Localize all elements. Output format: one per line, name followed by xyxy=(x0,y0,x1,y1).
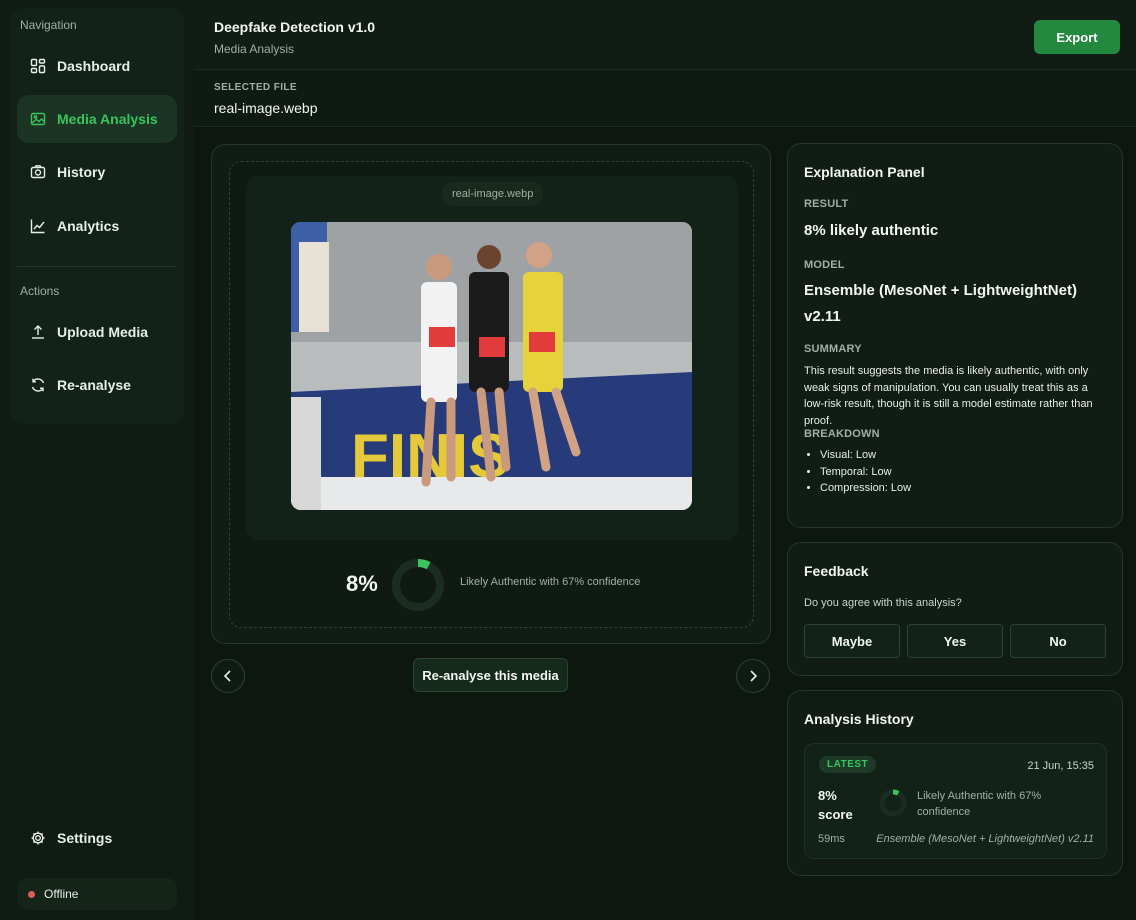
chevron-right-icon xyxy=(750,670,758,682)
settings-button[interactable]: Settings xyxy=(17,814,177,862)
chevron-left-icon xyxy=(223,670,231,682)
history-model: Ensemble (MesoNet + LightweightNet) v2.1… xyxy=(876,833,1094,845)
image-panel: real-image.webp FINIS xyxy=(246,176,738,540)
page-subtitle: Media Analysis xyxy=(214,42,295,56)
previous-media-button[interactable] xyxy=(211,659,245,693)
analyzed-image: FINIS xyxy=(291,222,692,510)
feedback-question: Do you agree with this analysis? xyxy=(804,597,962,609)
summary-text: This result suggests the media is likely… xyxy=(804,365,1093,427)
re-analyse-media-button[interactable]: Re-analyse this media xyxy=(413,658,568,692)
camera-icon xyxy=(30,164,46,180)
breakdown-item: Temporal: Low xyxy=(820,464,911,481)
history-title: Analysis History xyxy=(804,711,914,727)
refresh-icon xyxy=(30,377,46,393)
actions-section-label: Actions xyxy=(20,284,60,298)
media-dropzone[interactable]: real-image.webp FINIS xyxy=(229,161,754,628)
feedback-panel: Feedback Do you agree with this analysis… xyxy=(787,542,1123,676)
media-preview-card: real-image.webp FINIS xyxy=(211,144,771,644)
status-dot xyxy=(28,890,35,898)
sidebar-item-label: History xyxy=(57,164,106,180)
top-header: Deepfake Detection v1.0 Media Analysis E… xyxy=(194,0,1136,70)
re-analyse-button[interactable]: Re-analyse xyxy=(17,361,177,409)
history-duration: 59ms xyxy=(818,833,845,845)
breakdown-item: Compression: Low xyxy=(820,480,911,497)
sidebar-item-dashboard[interactable]: Dashboard xyxy=(17,42,177,90)
sidebar-item-label: Media Analysis xyxy=(57,111,158,127)
summary-label: SUMMARY xyxy=(804,343,862,355)
next-media-button[interactable] xyxy=(736,659,770,693)
latest-badge: LATEST xyxy=(819,756,877,773)
image-icon xyxy=(30,111,46,127)
connection-status: Offline xyxy=(17,878,177,910)
feedback-no-button[interactable]: No xyxy=(1010,624,1106,658)
history-timestamp: 21 Jun, 15:35 xyxy=(1027,760,1094,772)
sidebar-item-media-analysis[interactable]: Media Analysis xyxy=(17,95,177,143)
selected-file-name: real-image.webp xyxy=(214,100,318,116)
score-ring xyxy=(392,559,444,611)
nav-section-label: Navigation xyxy=(20,18,77,32)
image-filename-chip: real-image.webp xyxy=(442,182,544,206)
result-value: 8% likely authentic xyxy=(804,222,939,239)
app-title: Deepfake Detection v1.0 xyxy=(214,19,376,35)
settings-label: Settings xyxy=(57,830,113,846)
breakdown-list: Visual: Low Temporal: Low Compression: L… xyxy=(820,447,911,497)
score-verdict: Likely Authentic with 67% confidence xyxy=(460,576,641,588)
sidebar-item-history[interactable]: History xyxy=(17,148,177,196)
explanation-panel: Explanation Panel RESULT 8% likely authe… xyxy=(787,143,1123,528)
upload-icon xyxy=(30,324,46,340)
upload-media-label: Upload Media xyxy=(57,324,149,340)
line-chart-icon xyxy=(30,218,46,234)
breakdown-item: Visual: Low xyxy=(820,447,911,464)
selected-file-bar: SELECTED FILE real-image.webp xyxy=(194,70,1136,127)
score-summary: 8% Likely Authentic with 67% confidence xyxy=(230,555,755,615)
history-verdict: Likely Authentic with 67% confidence xyxy=(917,790,1042,818)
model-value: Ensemble (MesoNet + LightweightNet) v2.1… xyxy=(804,282,1077,325)
sidebar: Navigation Dashboard Media Analysis Hist… xyxy=(0,0,194,920)
status-label: Offline xyxy=(44,887,79,901)
upload-media-button[interactable]: Upload Media xyxy=(17,308,177,356)
feedback-title: Feedback xyxy=(804,563,869,579)
gear-icon xyxy=(30,830,46,846)
export-button[interactable]: Export xyxy=(1034,20,1120,54)
feedback-maybe-button[interactable]: Maybe xyxy=(804,624,900,658)
dashboard-icon xyxy=(30,58,46,74)
sidebar-item-label: Analytics xyxy=(57,218,120,234)
analysis-history-panel: Analysis History LATEST 21 Jun, 15:35 8%… xyxy=(787,690,1123,876)
sidebar-item-label: Dashboard xyxy=(57,58,131,74)
history-entry[interactable]: LATEST 21 Jun, 15:35 8% score Likely Aut… xyxy=(804,743,1107,859)
score-value: 8% xyxy=(346,571,378,596)
history-score: 8% score xyxy=(818,788,853,822)
re-analyse-label: Re-analyse xyxy=(57,377,131,393)
breakdown-label: BREAKDOWN xyxy=(804,428,880,440)
sidebar-item-analytics[interactable]: Analytics xyxy=(17,202,177,250)
result-label: RESULT xyxy=(804,198,849,210)
explanation-title: Explanation Panel xyxy=(804,164,925,180)
feedback-yes-button[interactable]: Yes xyxy=(907,624,1003,658)
model-label: MODEL xyxy=(804,259,845,271)
sidebar-divider xyxy=(17,266,177,267)
history-score-ring xyxy=(879,789,907,817)
selected-file-label: SELECTED FILE xyxy=(214,82,297,93)
